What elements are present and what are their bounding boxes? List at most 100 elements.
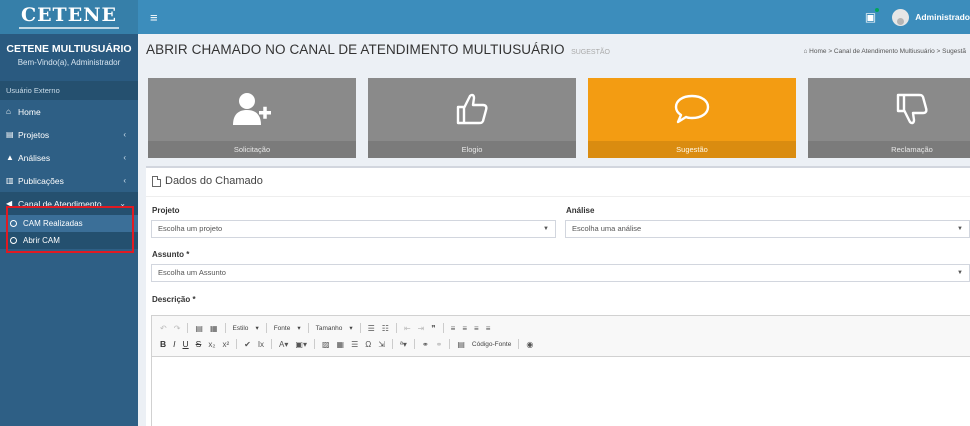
sidebar-item-publicacoes[interactable]: ▥ Publicações ‹ [0, 169, 138, 192]
file-icon [152, 175, 161, 187]
undo-icon[interactable]: ↶ [160, 324, 167, 333]
assunto-select[interactable]: Escolha um Assunto ▼ [151, 264, 970, 282]
spellcheck-dropdown-icon[interactable]: ª▾ [400, 340, 407, 349]
assunto-select-value: Escolha um Assunto [158, 268, 226, 277]
user-add-icon [233, 93, 271, 125]
tile-sugestao[interactable]: Sugestão [588, 78, 796, 158]
chevron-left-icon: ‹ [123, 153, 126, 162]
editor-toolbar-row: ↶ ↷ ▤ ▦ Estilo ▾ Fonte ▾ Tamanho ▾ ☰ ☷ ⇤… [160, 320, 967, 336]
sidebar-item-analises[interactable]: ▲ Análises ‹ [0, 146, 138, 169]
sidebar-user-name: CETENE MULTIUSUÁRIO [6, 43, 132, 55]
strikethrough-icon[interactable]: S [196, 339, 202, 349]
tile-elogio[interactable]: Elogio [368, 78, 576, 158]
tile-label: Solicitação [148, 141, 356, 158]
top-navbar: CETENE ≡ ▣ Administrado [0, 0, 970, 34]
projeto-select[interactable]: Escolha um projeto ▼ [151, 220, 556, 238]
sidebar-item-label: Publicações [18, 175, 64, 186]
projeto-select-value: Escolha um projeto [158, 224, 223, 233]
paste-icon[interactable]: ▤ [195, 324, 203, 333]
sidebar-welcome: Bem-Vindo(a), Administrador [17, 58, 121, 67]
source-icon[interactable]: ▤ [457, 340, 465, 349]
menu-toggle-icon[interactable]: ≡ [150, 10, 158, 25]
flask-icon: ▲ [6, 153, 14, 162]
text-color-icon[interactable]: A▾ [279, 340, 288, 349]
chevron-down-icon: ▾ [255, 325, 259, 332]
sidebar-item-label: Projetos [18, 129, 50, 140]
breadcrumb-text: Home > Canal de Atendimento Multiusuário… [809, 48, 966, 55]
background-color-icon[interactable]: ▣▾ [295, 340, 307, 349]
logo[interactable]: CETENE [0, 0, 138, 34]
editor-toolbar-row: B I U S x₂ x² ✔ Ix A▾ ▣▾ ▨ ▦ ☰ Ω ⇲ ª▾ ⚭ … [160, 336, 967, 352]
outdent-icon[interactable]: ⇤ [404, 324, 411, 333]
align-right-icon[interactable]: ≡ [474, 324, 479, 333]
sidebar-item-home[interactable]: ⌂ Home [0, 100, 138, 123]
analise-select[interactable]: Escolha uma análise ▼ [565, 220, 970, 238]
table-icon[interactable]: ▦ [337, 340, 345, 349]
redo-icon[interactable]: ↷ [174, 324, 181, 333]
align-center-icon[interactable]: ≡ [462, 324, 467, 333]
numbered-list-icon[interactable]: ☰ [368, 324, 375, 333]
page-break-icon[interactable]: ⇲ [378, 340, 385, 349]
avatar[interactable] [892, 8, 910, 26]
font-dropdown[interactable]: Fonte [274, 325, 291, 332]
underline-icon[interactable]: U [183, 339, 189, 349]
rich-text-editor[interactable]: ↶ ↷ ▤ ▦ Estilo ▾ Fonte ▾ Tamanho ▾ ☰ ☷ ⇤… [151, 315, 970, 426]
blockquote-icon[interactable]: ❞ [431, 324, 435, 333]
spellcheck-icon[interactable]: ✔ [244, 340, 251, 349]
sidebar-item-projetos[interactable]: ▤ Projetos ‹ [0, 123, 138, 146]
source-button[interactable]: Código-Fonte [472, 341, 511, 348]
analise-label: Análise [566, 206, 595, 215]
chevron-down-icon: ▼ [543, 226, 549, 232]
image-icon[interactable]: ▨ [322, 340, 330, 349]
special-char-icon[interactable]: Ω [365, 340, 371, 349]
thumbs-up-icon [456, 93, 488, 125]
remove-format-icon[interactable]: Ix [258, 340, 264, 349]
paste-text-icon[interactable]: ▦ [210, 324, 218, 333]
chevron-down-icon: ▾ [297, 325, 301, 332]
align-justify-icon[interactable]: ≡ [486, 324, 491, 333]
align-left-icon[interactable]: ≡ [451, 324, 456, 333]
chevron-left-icon: ‹ [123, 130, 126, 139]
tile-label: Reclamação [808, 141, 970, 158]
page-subtitle: SUGESTÃO [571, 49, 610, 56]
tile-reclamacao[interactable]: Reclamação [808, 78, 970, 158]
thumbs-down-icon [896, 93, 928, 125]
user-menu[interactable]: Administrado [915, 12, 970, 22]
link-icon[interactable]: ⚭ [422, 340, 429, 349]
panel-title: Dados do Chamado [152, 175, 263, 187]
user-panel: CETENE MULTIUSUÁRIO Bem-Vindo(a), Admini… [0, 34, 138, 81]
notification-dot [875, 8, 880, 12]
projects-icon: ▤ [6, 130, 14, 139]
divider [146, 196, 970, 197]
descricao-label: Descrição * [152, 295, 196, 304]
sidebar-section-header: Usuário Externo [0, 81, 138, 100]
editor-toolbar: ↶ ↷ ▤ ▦ Estilo ▾ Fonte ▾ Tamanho ▾ ☰ ☷ ⇤… [152, 316, 970, 357]
size-dropdown[interactable]: Tamanho [316, 325, 343, 332]
analise-select-value: Escolha uma análise [572, 224, 642, 233]
logo-text: CETENE [20, 3, 118, 26]
form-panel: Dados do Chamado Projeto Escolha um proj… [146, 166, 970, 426]
style-dropdown[interactable]: Estilo [233, 325, 249, 332]
notifications-icon[interactable]: ▣ [865, 8, 880, 24]
chevron-down-icon: ▼ [957, 270, 963, 276]
bulleted-list-icon[interactable]: ☷ [382, 324, 389, 333]
about-icon[interactable]: ◉ [526, 340, 533, 349]
breadcrumb[interactable]: ⌂ Home > Canal de Atendimento Multiusuár… [803, 48, 966, 55]
sidebar-item-label: Análises [18, 152, 51, 163]
projeto-label: Projeto [152, 206, 180, 215]
logo-underline [19, 26, 119, 29]
subscript-icon[interactable]: x₂ [208, 340, 215, 349]
home-icon: ⌂ [6, 107, 11, 116]
tile-solicitacao[interactable]: Solicitação [148, 78, 356, 158]
bold-icon[interactable]: B [160, 339, 166, 349]
editor-content-area[interactable] [152, 357, 970, 426]
horizontal-line-icon[interactable]: ☰ [351, 340, 358, 349]
sidebar-item-label: Home [18, 106, 41, 117]
content-header: ABRIR CHAMADO NO CANAL DE ATENDIMENTO MU… [146, 42, 970, 62]
indent-icon[interactable]: ⇥ [418, 324, 425, 333]
chevron-down-icon: ▼ [957, 226, 963, 232]
italic-icon[interactable]: I [173, 339, 175, 349]
superscript-icon[interactable]: x² [222, 340, 229, 349]
chevron-left-icon: ‹ [123, 176, 126, 185]
unlink-icon[interactable]: ⚭ [436, 340, 443, 349]
